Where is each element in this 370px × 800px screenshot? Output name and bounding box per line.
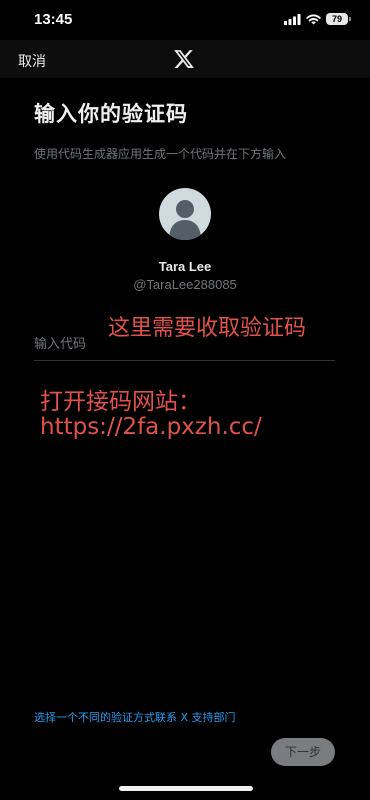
user-name: Tara Lee xyxy=(158,259,212,274)
next-button[interactable]: 下一步 xyxy=(271,738,335,766)
status-time: 13:45 xyxy=(34,11,73,28)
status-bar: 13:45 79 xyxy=(0,0,370,40)
cellular-signal-icon xyxy=(284,13,301,25)
page-title: 输入你的验证码 xyxy=(34,102,188,126)
battery-icon: 79 xyxy=(326,13,351,25)
cancel-button[interactable]: 取消 xyxy=(18,51,46,71)
home-indicator xyxy=(119,786,253,791)
wifi-icon xyxy=(306,14,321,24)
user-handle: @TaraLee288085 xyxy=(133,277,237,292)
overlay-site-label: 打开接码网站： xyxy=(40,389,201,415)
nav-bar: 取消 xyxy=(0,40,370,78)
avatar xyxy=(159,188,211,240)
alt-verification-link[interactable]: 选择一个不同的验证方式联系 X 支持部门 xyxy=(34,709,236,725)
battery-level: 79 xyxy=(331,14,342,24)
default-avatar-icon xyxy=(169,200,201,240)
status-icons: 79 xyxy=(284,13,351,25)
x-logo-icon xyxy=(174,50,194,68)
overlay-site-url: https://2fa.pxzh.cc/ xyxy=(40,414,262,440)
page-subtitle: 使用代码生成器应用生成一个代码并在下方输入 xyxy=(34,147,287,161)
overlay-note: 这里需要收取验证码 xyxy=(108,316,307,341)
